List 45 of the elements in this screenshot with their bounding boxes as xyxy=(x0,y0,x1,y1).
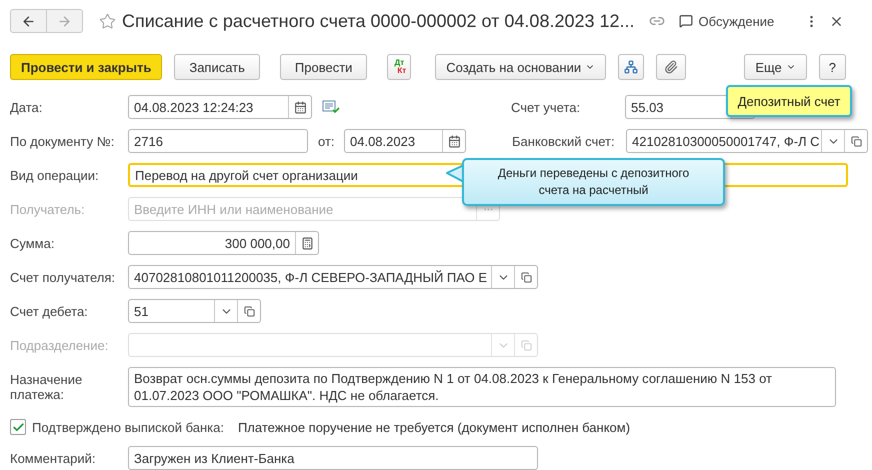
speech-bubble-icon xyxy=(678,14,693,28)
field-label: Комментарий: xyxy=(10,450,96,466)
field-label: от: xyxy=(318,134,336,148)
field-label: Счет учета: xyxy=(511,100,582,114)
checkbox[interactable] xyxy=(10,419,26,435)
star-icon[interactable] xyxy=(99,12,116,30)
toolbar-button[interactable]: ? xyxy=(818,54,846,80)
field-label: Сумма: xyxy=(10,236,56,250)
comment-field[interactable]: Загружен из Клиент-Банка xyxy=(128,446,538,470)
attach-button[interactable] xyxy=(656,54,686,80)
input-field[interactable]: 40702810801011200035, Ф-Л СЕВЕРО-ЗАПАДНЫЙ ПАО Е xyxy=(128,265,538,289)
menu-button[interactable]: Создать на основании xyxy=(435,54,606,80)
field-label: Подразделение: xyxy=(10,338,110,352)
toolbar-button[interactable]: Провести xyxy=(280,54,368,80)
input-field[interactable]: 04.08.2023 12:24:23 xyxy=(128,95,312,119)
debit-credit-button[interactable]: Дт Кт xyxy=(387,54,412,80)
toolbar-button[interactable]: Записать xyxy=(174,54,260,80)
field-label: Банковский счет: xyxy=(512,134,616,148)
paperclip-icon xyxy=(664,60,678,74)
checkbox-label: Подтверждено выпиской банка: xyxy=(32,420,224,434)
forward-arrow-icon xyxy=(57,14,72,28)
field-label: Получатель: xyxy=(10,202,86,216)
field-label: Счет дебета: xyxy=(10,304,89,318)
input-field[interactable]: 300 000,00 xyxy=(128,231,319,255)
status-text: Платежное поручение не требуется (документ исполнен банком) xyxy=(238,420,630,434)
field-label: По документу №: xyxy=(10,134,116,148)
input-field[interactable]: 42102810300050001747, Ф-Л С xyxy=(626,129,868,153)
field-label: Назначение платежа: xyxy=(10,372,84,402)
field-label: Счет получателя: xyxy=(10,270,116,284)
input-field[interactable]: 04.08.2023 xyxy=(344,129,466,153)
document-check-icon[interactable] xyxy=(322,100,340,114)
structure-button[interactable] xyxy=(618,54,644,80)
hint-tooltip: Деньги переведены с депозитного счета на расчетный xyxy=(462,158,725,206)
field-label: Дата: xyxy=(10,100,44,114)
hierarchy-icon xyxy=(624,60,638,74)
discussion-button[interactable]: Обсуждение xyxy=(678,14,774,28)
note-tooltip: Депозитный счет xyxy=(726,85,852,117)
post-and-close-button[interactable]: Провести и закрыть xyxy=(10,54,162,80)
input-field[interactable]: 51 xyxy=(128,299,261,323)
back-button[interactable] xyxy=(10,9,47,33)
input-field[interactable]: 2716 xyxy=(128,129,308,153)
window-title: Списание с расчетного счета 0000-000002 от 04.08.2023 12... xyxy=(122,10,635,32)
payment-purpose-field[interactable]: Возврат осн.суммы депозита по Подтверждению N 1 от 04.08.2023 к Генеральному соглашению N 153 от 01.07.2023 ООО "РОМАШКА". НДС не облагается. xyxy=(128,367,836,407)
menu-button[interactable]: Еще xyxy=(744,54,807,80)
field-label: Вид операции: xyxy=(10,168,100,182)
